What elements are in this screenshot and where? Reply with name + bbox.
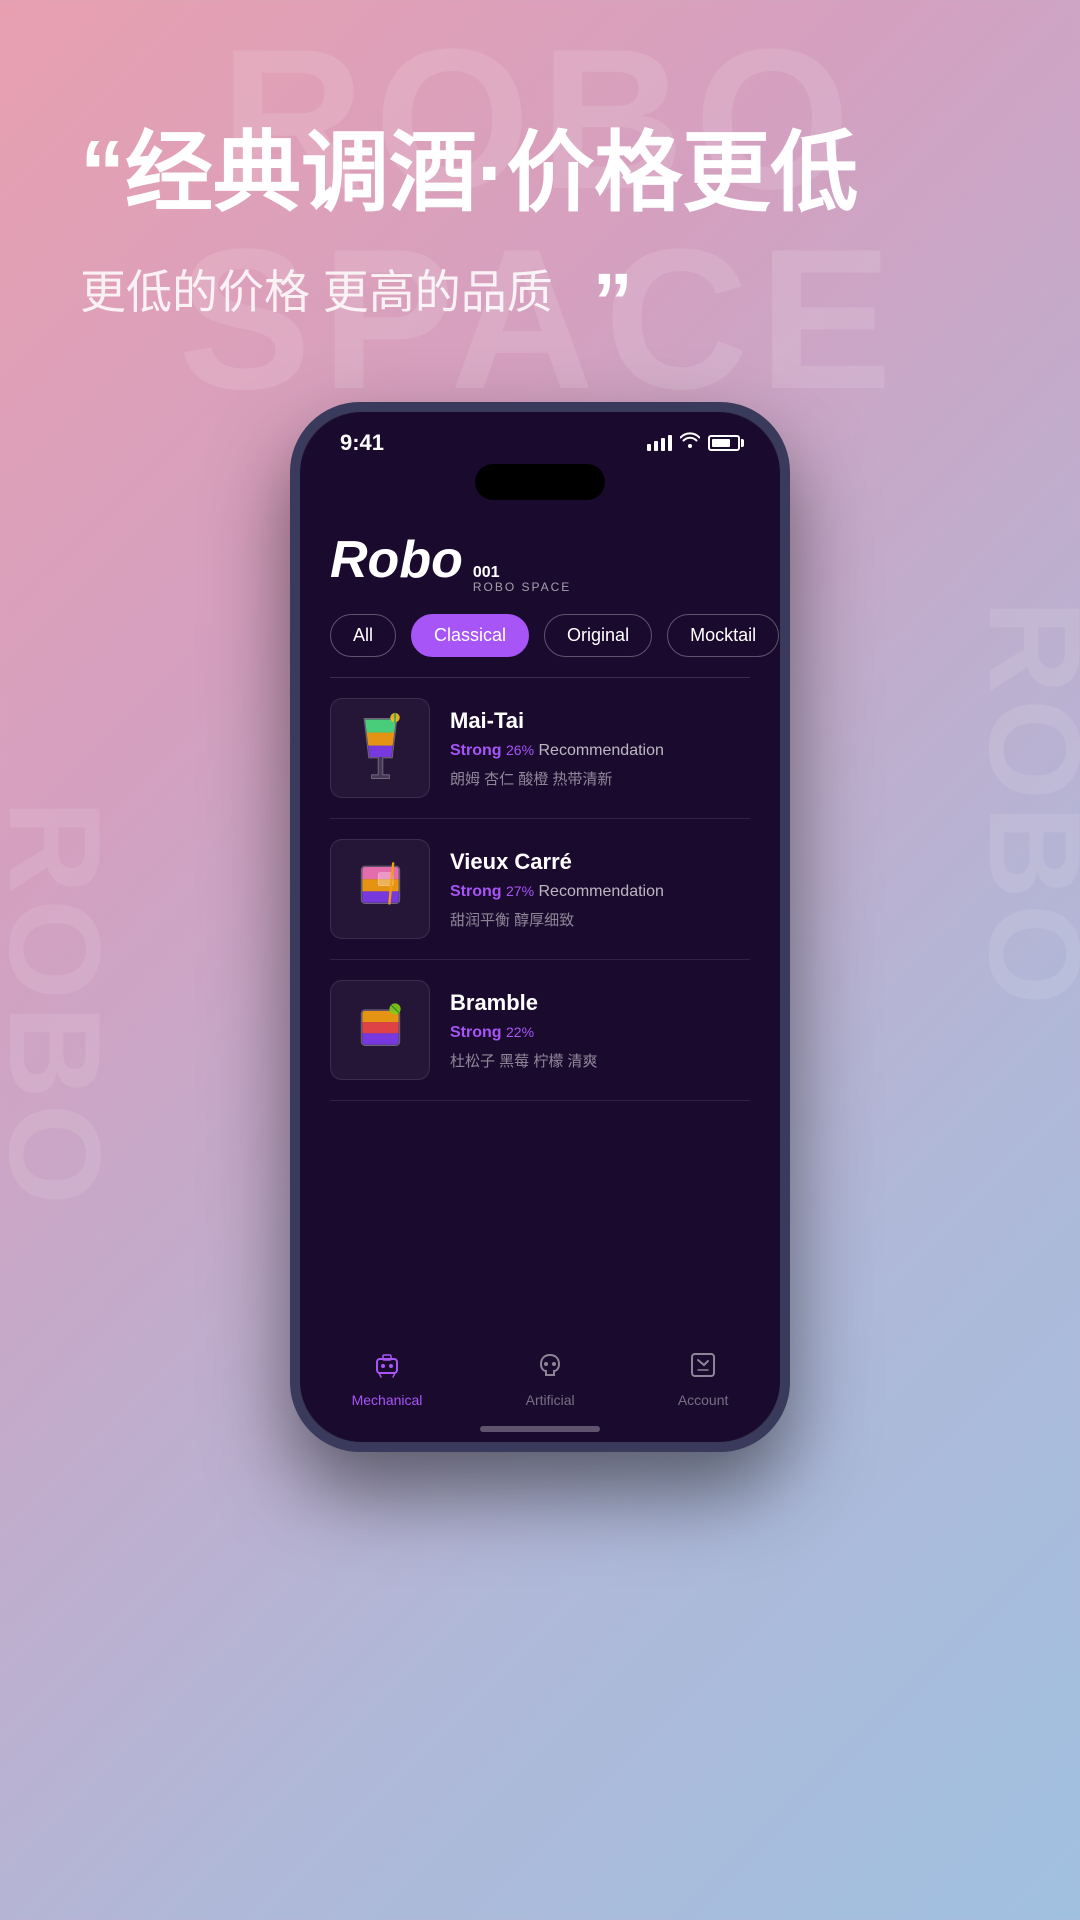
battery-icon [708, 435, 740, 451]
cocktail-name-bramble: Bramble [450, 990, 750, 1016]
nav-artificial-label: Artificial [526, 1392, 575, 1408]
filter-tabs: All Classical Original Mocktail [300, 614, 780, 677]
logo-text: Robo [330, 530, 463, 590]
cocktail-strength-mai-tai: Strong 26% Recommendation [450, 742, 750, 760]
quote-open: “ [80, 123, 125, 223]
logo-badge: 001 ROBO SPACE [473, 564, 571, 595]
cocktail-name-vieux-carre: Vieux Carré [450, 849, 750, 875]
signal-icon [647, 435, 672, 451]
status-bar: 9:41 [300, 412, 780, 464]
account-icon [689, 1351, 717, 1386]
bottom-nav: Mechanical Artificial [300, 1336, 780, 1418]
nav-account-label: Account [678, 1392, 729, 1408]
cocktail-tags-vieux-carre: 甜润平衡 醇厚细致 [450, 909, 750, 930]
phone-body: 9:41 [290, 402, 790, 1452]
logo-area: Robo 001 ROBO SPACE [300, 520, 780, 615]
cocktail-item-vieux-carre[interactable]: Vieux Carré Strong 27% Recommendation 甜润… [300, 819, 780, 959]
wifi-icon [680, 432, 700, 453]
nav-artificial[interactable]: Artificial [526, 1351, 575, 1408]
logo-subtitle: ROBO SPACE [473, 581, 571, 594]
nav-mechanical-label: Mechanical [352, 1392, 423, 1408]
headline-sub: 更低的价格 更高的品质 ” [80, 256, 1000, 322]
cocktail-item-mai-tai[interactable]: Mai-Tai Strong 26% Recommendation 朗姆 杏仁 … [300, 678, 780, 818]
artificial-icon [536, 1351, 564, 1386]
dynamic-island [475, 464, 605, 500]
app-content: Robo 001 ROBO SPACE All Classical Origin… [300, 500, 780, 1442]
mechanical-icon [373, 1351, 401, 1386]
headline-main: “经典调酒·价格更低 [80, 120, 1000, 226]
tab-classical[interactable]: Classical [411, 614, 529, 657]
cocktail-image-mai-tai [330, 698, 430, 798]
headline-section: “经典调酒·价格更低 更低的价格 更高的品质 ” [0, 0, 1080, 382]
cocktail-image-bramble [330, 980, 430, 1080]
cocktail-tags-bramble: 杜松子 黑莓 柠檬 清爽 [450, 1050, 750, 1071]
phone-mockup: 9:41 [0, 402, 1080, 1452]
quote-close: ” [593, 282, 633, 322]
cocktail-name-mai-tai: Mai-Tai [450, 708, 750, 734]
cocktail-item-bramble[interactable]: Bramble Strong 22% 杜松子 黑莓 柠檬 清爽 [300, 960, 780, 1100]
nav-mechanical[interactable]: Mechanical [352, 1351, 423, 1408]
tab-all[interactable]: All [330, 614, 396, 657]
status-icons [647, 432, 740, 453]
tab-mocktail[interactable]: Mocktail [667, 614, 779, 657]
status-time: 9:41 [340, 430, 384, 456]
cocktail-image-vieux-carre [330, 839, 430, 939]
cocktail-info-mai-tai: Mai-Tai Strong 26% Recommendation 朗姆 杏仁 … [450, 708, 750, 789]
logo-number: 001 [473, 564, 571, 582]
logo: Robo 001 ROBO SPACE [330, 530, 750, 595]
cocktail-info-bramble: Bramble Strong 22% 杜松子 黑莓 柠檬 清爽 [450, 990, 750, 1071]
cocktail-tags-mai-tai: 朗姆 杏仁 酸橙 热带清新 [450, 768, 750, 789]
cocktail-strength-bramble: Strong 22% [450, 1024, 750, 1042]
divider-3 [330, 1100, 750, 1101]
cocktail-info-vieux-carre: Vieux Carré Strong 27% Recommendation 甜润… [450, 849, 750, 930]
nav-account[interactable]: Account [678, 1351, 729, 1408]
tab-original[interactable]: Original [544, 614, 652, 657]
home-indicator [480, 1426, 600, 1432]
cocktail-list: Mai-Tai Strong 26% Recommendation 朗姆 杏仁 … [300, 678, 780, 1335]
cocktail-strength-vieux-carre: Strong 27% Recommendation [450, 883, 750, 901]
phone-screen: 9:41 [300, 412, 780, 1442]
